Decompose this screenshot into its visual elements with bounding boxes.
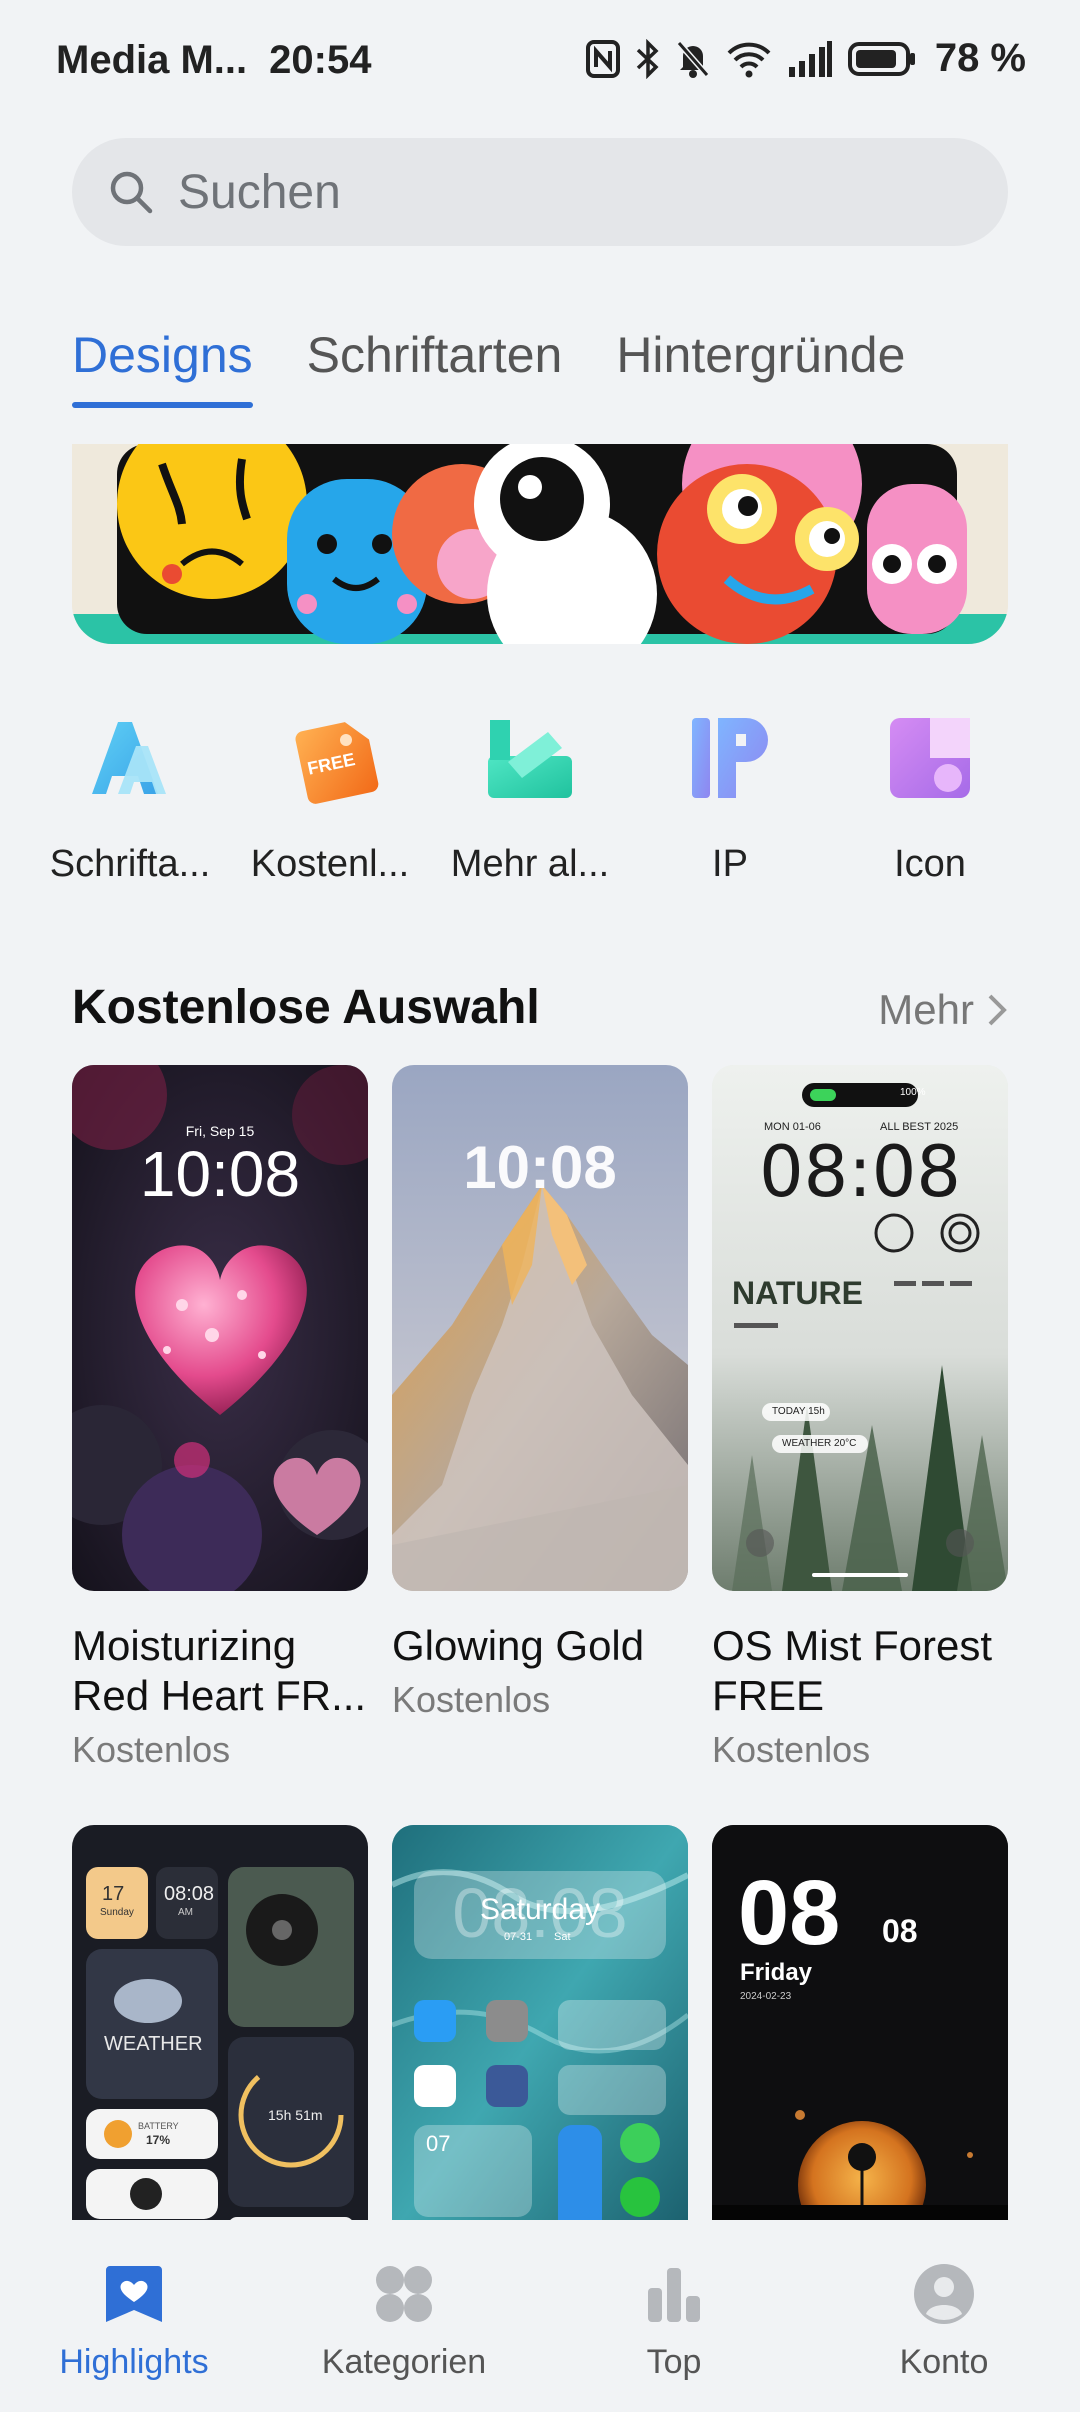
bluetooth-icon: [636, 38, 659, 79]
nav-label: Konto: [899, 2343, 989, 2381]
category-label: IP: [712, 843, 748, 885]
theme-card[interactable]: 08 08 Friday 2024-02-23: [712, 1825, 1008, 2235]
widget-clock-small: 08: [882, 1913, 918, 1949]
lockscreen-clock: 08:08: [759, 1131, 961, 1213]
nav-top[interactable]: Top: [574, 2262, 774, 2382]
widget-countdown: 15h 51m: [268, 2107, 323, 2123]
free-tag-icon: FREE: [295, 722, 379, 804]
category-more-apps[interactable]: Mehr al...: [440, 706, 620, 886]
bar-chart-icon: [648, 2268, 700, 2322]
mute-icon: [676, 40, 710, 78]
category-ip[interactable]: IP: [640, 706, 820, 886]
category-icons[interactable]: Icon: [840, 706, 1020, 886]
promo-banner[interactable]: [72, 444, 1008, 644]
font-icon: [92, 722, 166, 794]
theme-thumbnail: 17 Sunday 08:08 AM WEATHER BATTERY 17% 1…: [72, 1825, 368, 2235]
lockscreen-clock: 10:08: [463, 1134, 617, 1201]
lockscreen-clock: 10:08: [139, 1138, 301, 1210]
widget-battery-value: 17%: [146, 2133, 171, 2147]
category-free[interactable]: FREE Kostenl...: [240, 706, 420, 886]
search-input[interactable]: Suchen: [72, 138, 1008, 246]
theme-card[interactable]: 17 Sunday 08:08 AM WEATHER BATTERY 17% 1…: [72, 1825, 368, 2235]
widget-weekday: Sat: [554, 1931, 571, 1943]
today-widget: TODAY 15h: [772, 1406, 825, 1417]
theme-title: Moisturizing Red Heart FR...: [72, 1622, 367, 1719]
widget-date-num: 17: [102, 1883, 125, 1905]
theme-thumbnail: 08 08 Friday 2024-02-23: [712, 1825, 1008, 2235]
category-label: Kostenl...: [250, 843, 410, 885]
nfc-icon: [585, 39, 620, 78]
icon-pack-icon: [890, 718, 970, 798]
category-label: Mehr al...: [450, 843, 610, 885]
widget-weather: WEATHER: [104, 2033, 203, 2055]
tab-bar: Designs Schriftarten Hintergründe: [72, 326, 905, 408]
widget-date: 2024-02-23: [740, 1991, 792, 2002]
theme-thumbnail: Fri, Sep 15 10:08: [72, 1065, 368, 1591]
ip-icon: [692, 718, 768, 798]
status-bar: Media M... 20:54 78 %: [0, 0, 1080, 120]
tab-wallpapers[interactable]: Hintergründe: [616, 326, 905, 408]
search-icon: [110, 171, 153, 214]
theme-title: Glowing Gold: [392, 1622, 645, 1669]
nature-label: NATURE: [732, 1275, 863, 1311]
more-label: Mehr: [878, 986, 974, 1033]
category-label: Schrifta...: [49, 843, 211, 885]
widget-clock: 08: [738, 1862, 841, 1964]
account-icon: [914, 2264, 974, 2324]
theme-price: Kostenlos: [72, 1729, 231, 1770]
nav-categories[interactable]: Kategorien: [304, 2262, 504, 2382]
widget-date-day: Sunday: [100, 1907, 134, 1918]
theme-title: OS Mist Forest FREE: [712, 1622, 993, 1719]
battery-widget: 100%: [900, 1087, 926, 1098]
more-apps-icon: [488, 720, 572, 798]
battery-percent: 78 %: [934, 36, 1026, 80]
nav-account[interactable]: Konto: [844, 2262, 1044, 2382]
more-link[interactable]: Mehr: [878, 986, 1008, 1034]
search-placeholder: Suchen: [178, 165, 341, 219]
wifi-icon: [727, 42, 771, 77]
battery-icon: [847, 41, 915, 76]
tab-fonts[interactable]: Schriftarten: [307, 326, 563, 408]
nav-label: Highlights: [59, 2343, 209, 2381]
banner-illustration: [72, 444, 1008, 644]
theme-thumbnail: 08:08 Saturday 07-31 Sat 07: [392, 1825, 688, 2235]
weather-widget: WEATHER 20°C: [782, 1438, 857, 1449]
quick-categories: Schrifta... FREE Kostenl... Mehr al... I…: [40, 706, 1040, 906]
widget-day: Saturday: [479, 1893, 601, 1926]
category-label: Icon: [894, 843, 966, 885]
chevron-right-icon: [988, 994, 1007, 1026]
signal-icon: [788, 40, 832, 77]
widget-date: 07-31: [504, 1931, 533, 1943]
bottom-navigation: Highlights Kategorien Top Konto: [0, 2220, 1080, 2412]
nav-highlights[interactable]: Highlights: [34, 2262, 234, 2382]
widget-clock: 08:08: [164, 1883, 215, 1905]
widget-day: Friday: [740, 1959, 813, 1986]
carrier-name: Media M...: [56, 38, 248, 82]
theme-thumbnail: 10:08: [392, 1065, 688, 1591]
grid-icon: [376, 2266, 432, 2322]
nav-label: Kategorien: [321, 2343, 487, 2381]
heart-icon: [106, 2266, 162, 2322]
theme-card[interactable]: 10:08 Glowing Gold Kostenlos: [392, 1065, 688, 1721]
section-title: Kostenlose Auswahl: [72, 981, 540, 1034]
theme-thumbnail: 100% MON 01-06 ALL BEST 2025 08:08 NATUR…: [712, 1065, 1008, 1591]
theme-price: Kostenlos: [392, 1679, 551, 1720]
theme-card[interactable]: 08:08 Saturday 07-31 Sat 07: [392, 1825, 688, 2235]
category-fonts[interactable]: Schrifta...: [40, 706, 220, 886]
theme-card[interactable]: 100% MON 01-06 ALL BEST 2025 08:08 NATUR…: [712, 1065, 1008, 1771]
theme-card[interactable]: Fri, Sep 15 10:08 Moisturizing Red Heart…: [72, 1065, 368, 1771]
theme-price: Kostenlos: [712, 1729, 871, 1770]
widget-ampm: AM: [178, 1907, 193, 1918]
widget-battery-label: BATTERY: [138, 2121, 179, 2131]
clock: 20:54: [269, 38, 372, 82]
nav-label: Top: [646, 2343, 702, 2381]
widget-calendar: 07: [426, 2131, 451, 2156]
tab-designs[interactable]: Designs: [72, 326, 253, 408]
